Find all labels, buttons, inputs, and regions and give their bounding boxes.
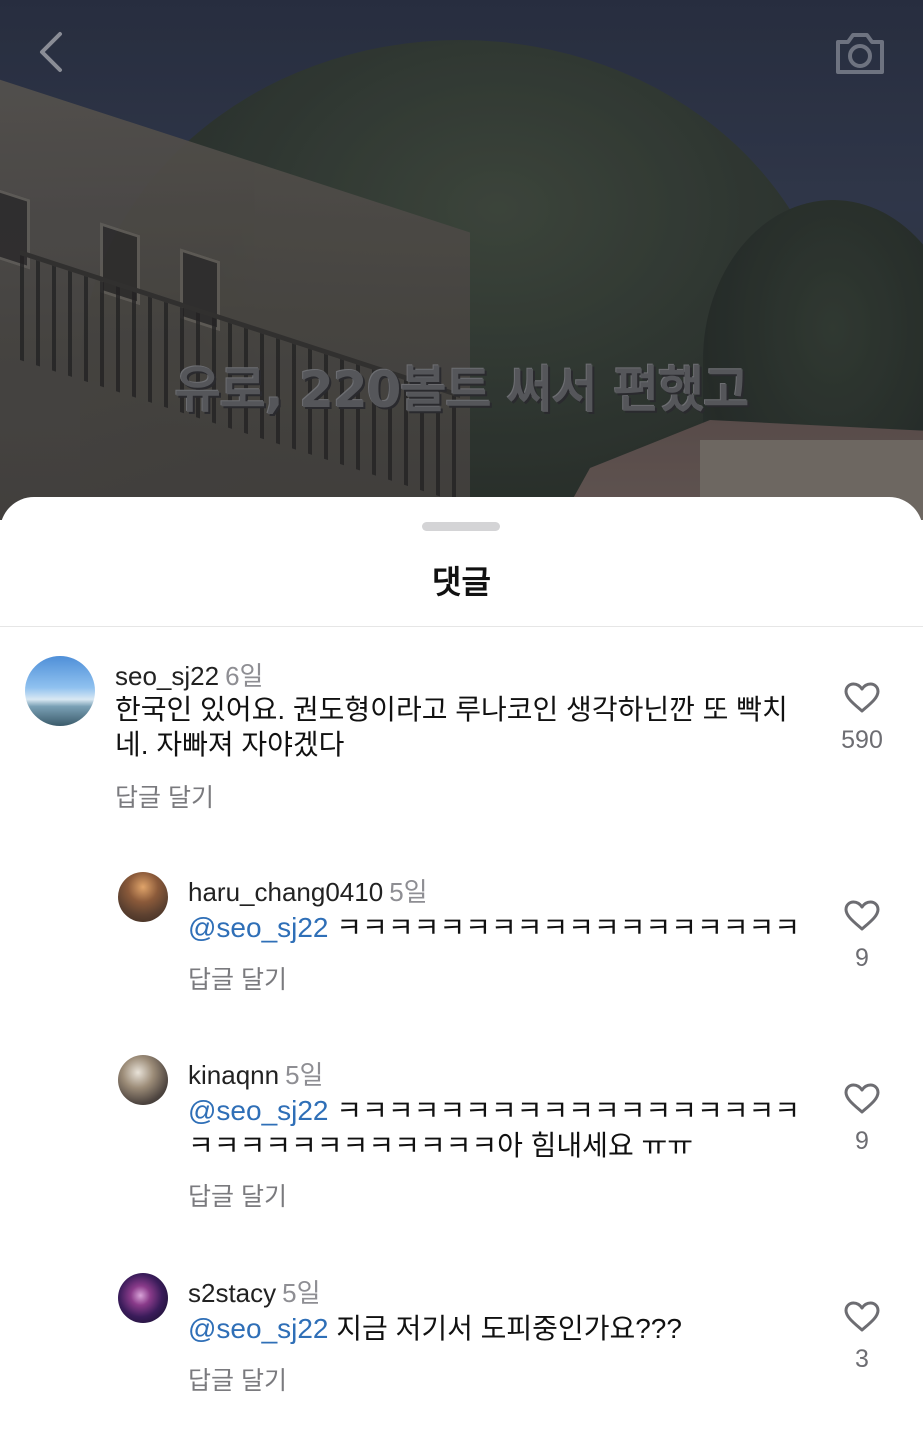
comment-body: 한국인 있어요. 권도형이라고 루나코인 생각하닌깐 또 빡치네. 자빠져 자야… xyxy=(115,694,788,760)
comment-time: 5일 xyxy=(285,1060,324,1090)
avatar[interactable] xyxy=(118,1055,168,1105)
comment-time: 6일 xyxy=(225,661,264,691)
divider xyxy=(0,626,923,627)
mention-link[interactable]: @seo_sj22 xyxy=(188,912,329,943)
like-button[interactable]: 590 xyxy=(832,682,892,755)
reply-item: kinaqnn 5일 @seo_sj22 ㅋㅋㅋㅋㅋㅋㅋㅋㅋㅋㅋㅋㅋㅋㅋㅋㅋㅋㅋㅋ… xyxy=(0,1055,923,1215)
like-count: 9 xyxy=(855,1127,869,1155)
comments-sheet: 댓글 seo_sj22 6일 한국인 있어요. 권도형이라고 루나코인 생각하닌깐… xyxy=(0,497,923,1440)
comment-text: @seo_sj22 ㅋㅋㅋㅋㅋㅋㅋㅋㅋㅋㅋㅋㅋㅋㅋㅋㅋㅋㅋㅋㅋㅋㅋㅋㅋㅋㅋㅋㅋㅋ… xyxy=(188,1093,803,1163)
avatar[interactable] xyxy=(118,1273,168,1323)
comment-item: seo_sj22 6일 한국인 있어요. 권도형이라고 루나코인 생각하닌깐 또 … xyxy=(0,656,923,816)
comment-username[interactable]: kinaqnn 5일 xyxy=(188,1055,323,1092)
username-text[interactable]: seo_sj22 xyxy=(115,661,219,691)
reply-button[interactable]: 답글 달기 xyxy=(115,778,214,814)
avatar[interactable] xyxy=(25,656,95,726)
camera-button[interactable] xyxy=(832,24,888,80)
comment-username[interactable]: s2stacy 5일 xyxy=(188,1273,321,1310)
like-count: 3 xyxy=(855,1345,869,1373)
comment-body: ㅋㅋㅋㅋㅋㅋㅋㅋㅋㅋㅋㅋㅋㅋㅋㅋㅋㅋ xyxy=(336,912,800,943)
heart-outline-icon xyxy=(844,1301,880,1332)
like-button[interactable]: 9 xyxy=(832,900,892,973)
sheet-grabber[interactable] xyxy=(422,522,500,531)
username-text[interactable]: kinaqnn xyxy=(188,1060,279,1090)
comment-time: 5일 xyxy=(282,1278,321,1308)
camera-icon xyxy=(836,33,884,74)
comment-username[interactable]: haru_chang0410 5일 xyxy=(188,872,428,909)
mention-link[interactable]: @seo_sj22 xyxy=(188,1095,329,1126)
like-count: 9 xyxy=(855,944,869,972)
video-background: 유로, 220볼트 써서 편했고 xyxy=(0,0,923,520)
heart-outline-icon xyxy=(844,900,880,931)
sheet-title: 댓글 xyxy=(432,564,491,600)
chevron-left-icon xyxy=(40,32,62,72)
comment-text: 한국인 있어요. 권도형이라고 루나코인 생각하닌깐 또 빡치네. 자빠져 자야… xyxy=(115,692,805,762)
like-count: 590 xyxy=(841,726,883,754)
comment-username[interactable]: seo_sj22 6일 xyxy=(115,656,263,693)
avatar[interactable] xyxy=(118,872,168,922)
reply-button[interactable]: 답글 달기 xyxy=(188,1177,287,1213)
heart-outline-icon xyxy=(844,1083,880,1114)
reply-item: s2stacy 5일 @seo_sj22 지금 저기서 도피중인가요??? 답글 … xyxy=(0,1273,923,1403)
comment-body: 지금 저기서 도피중인가요??? xyxy=(336,1313,682,1344)
mention-link[interactable]: @seo_sj22 xyxy=(188,1313,329,1344)
heart-outline-icon xyxy=(844,682,880,713)
video-caption: 유로, 220볼트 써서 편했고 xyxy=(174,361,750,419)
comment-text: @seo_sj22 지금 저기서 도피중인가요??? xyxy=(188,1311,808,1346)
like-button[interactable]: 3 xyxy=(832,1301,892,1374)
username-text[interactable]: haru_chang0410 xyxy=(188,877,383,907)
comment-text: @seo_sj22 ㅋㅋㅋㅋㅋㅋㅋㅋㅋㅋㅋㅋㅋㅋㅋㅋㅋㅋ xyxy=(188,910,808,945)
back-button[interactable] xyxy=(30,28,74,76)
comment-time: 5일 xyxy=(389,877,428,907)
username-text[interactable]: s2stacy xyxy=(188,1278,276,1308)
reply-button[interactable]: 답글 달기 xyxy=(188,960,287,996)
like-button[interactable]: 9 xyxy=(832,1083,892,1156)
reply-button[interactable]: 답글 달기 xyxy=(188,1361,287,1397)
reply-item: haru_chang0410 5일 @seo_sj22 ㅋㅋㅋㅋㅋㅋㅋㅋㅋㅋㅋㅋㅋ… xyxy=(0,872,923,1002)
